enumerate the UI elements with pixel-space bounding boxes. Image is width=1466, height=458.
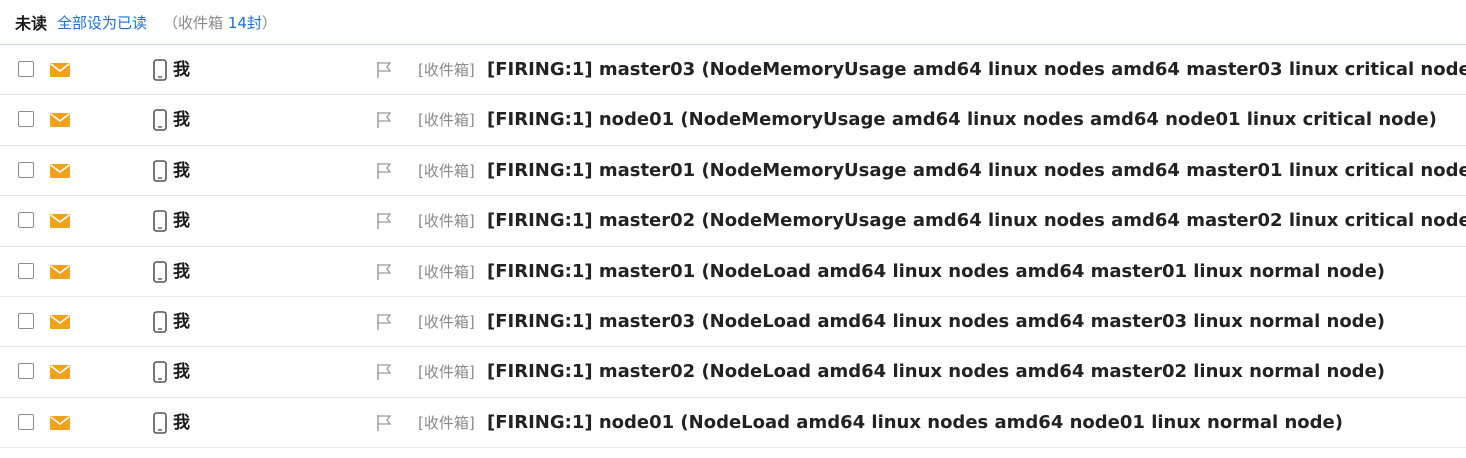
folder-label: [收件箱] [418,61,475,79]
sender-name: 我 [173,261,190,282]
folder-label: [收件箱] [418,413,475,432]
folder-label: [收件箱] [418,262,475,281]
mobile-phone-icon [153,361,167,384]
email-subject[interactable]: [FIRING:1] master03 (NodeMemoryUsage amd… [487,58,1466,82]
select-checkbox[interactable] [18,161,34,178]
flag-icon[interactable] [376,263,393,281]
email-subject[interactable]: [FIRING:1] master02 (NodeLoad amd64 linu… [487,360,1385,384]
select-checkbox[interactable] [18,212,34,229]
select-checkbox[interactable] [18,413,34,430]
email-row[interactable]: 我 [收件箱] [FIRING:1] master02 (NodeMemoryU… [0,196,1466,247]
mobile-phone-icon [153,159,167,182]
envelope-icon [50,63,70,77]
sender-name: 我 [173,362,190,383]
list-header: 未读 全部设为已读 （收件箱 14封） [0,0,1466,45]
envelope-icon [50,415,70,430]
email-row[interactable]: 我 [收件箱] [FIRING:1] node01 (NodeLoad amd6… [0,398,1466,449]
select-checkbox[interactable] [18,312,34,329]
email-subject[interactable]: [FIRING:1] node01 (NodeMemoryUsage amd64… [487,108,1437,132]
mobile-phone-icon [153,411,167,434]
email-row[interactable]: 我 [收件箱] [FIRING:1] master01 (NodeMemoryU… [0,146,1466,197]
email-row[interactable]: 我 [收件箱] [FIRING:1] master02 (NodeLoad am… [0,347,1466,398]
folder-label: [收件箱] [418,111,475,130]
sender-name: 我 [173,60,190,80]
select-checkbox[interactable] [18,262,34,279]
email-list: 我 [收件箱] [FIRING:1] master03 (NodeMemoryU… [0,45,1466,449]
folder-label: [收件箱] [418,363,475,382]
flag-icon[interactable] [376,363,393,381]
envelope-icon [50,214,70,229]
section-title: 未读 [15,14,48,33]
sender-name: 我 [173,311,190,332]
count-number: 14封 [227,13,262,32]
folder-label: [收件箱] [418,312,475,331]
count-prefix: （收件箱 [163,13,228,32]
flag-icon[interactable] [376,414,393,432]
sender-name: 我 [173,160,190,181]
email-subject[interactable]: [FIRING:1] master02 (NodeMemoryUsage amd… [487,209,1466,233]
mobile-phone-icon [153,210,167,232]
select-checkbox[interactable] [18,111,34,128]
email-subject[interactable]: [FIRING:1] master01 (NodeMemoryUsage amd… [487,159,1466,183]
email-row[interactable]: 我 [收件箱] [FIRING:1] master03 (NodeLoad am… [0,297,1466,348]
flag-icon[interactable] [376,111,393,129]
count-suffix: ） [261,13,277,32]
email-subject[interactable]: [FIRING:1] node01 (NodeLoad amd64 linux … [487,411,1343,435]
folder-label: [收件箱] [418,161,475,180]
envelope-icon [50,163,70,178]
email-row[interactable]: 我 [收件箱] [FIRING:1] node01 (NodeMemoryUsa… [0,95,1466,146]
sender-name: 我 [173,412,190,433]
email-row[interactable]: 我 [收件箱] [FIRING:1] master01 (NodeLoad am… [0,247,1466,297]
email-subject[interactable]: [FIRING:1] master03 (NodeLoad amd64 linu… [487,310,1385,334]
mobile-phone-icon [153,311,167,333]
inbox-count: （收件箱 14封） [163,12,277,33]
flag-icon[interactable] [376,61,393,79]
mark-all-read-link[interactable]: 全部设为已读 [57,12,147,33]
flag-icon[interactable] [376,313,393,331]
envelope-icon [50,113,70,128]
mobile-phone-icon [153,109,167,132]
sender-name: 我 [173,211,190,232]
mobile-phone-icon [153,260,167,283]
sender-name: 我 [173,110,190,131]
select-checkbox[interactable] [18,363,34,380]
envelope-icon [50,264,70,279]
flag-icon[interactable] [376,162,393,180]
envelope-icon [50,314,70,329]
folder-label: [收件箱] [418,212,475,231]
email-subject[interactable]: [FIRING:1] master01 (NodeLoad amd64 linu… [487,260,1385,284]
mobile-phone-icon [153,59,167,81]
email-row[interactable]: 我 [收件箱] [FIRING:1] master03 (NodeMemoryU… [0,45,1466,96]
flag-icon[interactable] [376,212,393,230]
select-checkbox[interactable] [18,61,34,77]
envelope-icon [50,365,70,380]
